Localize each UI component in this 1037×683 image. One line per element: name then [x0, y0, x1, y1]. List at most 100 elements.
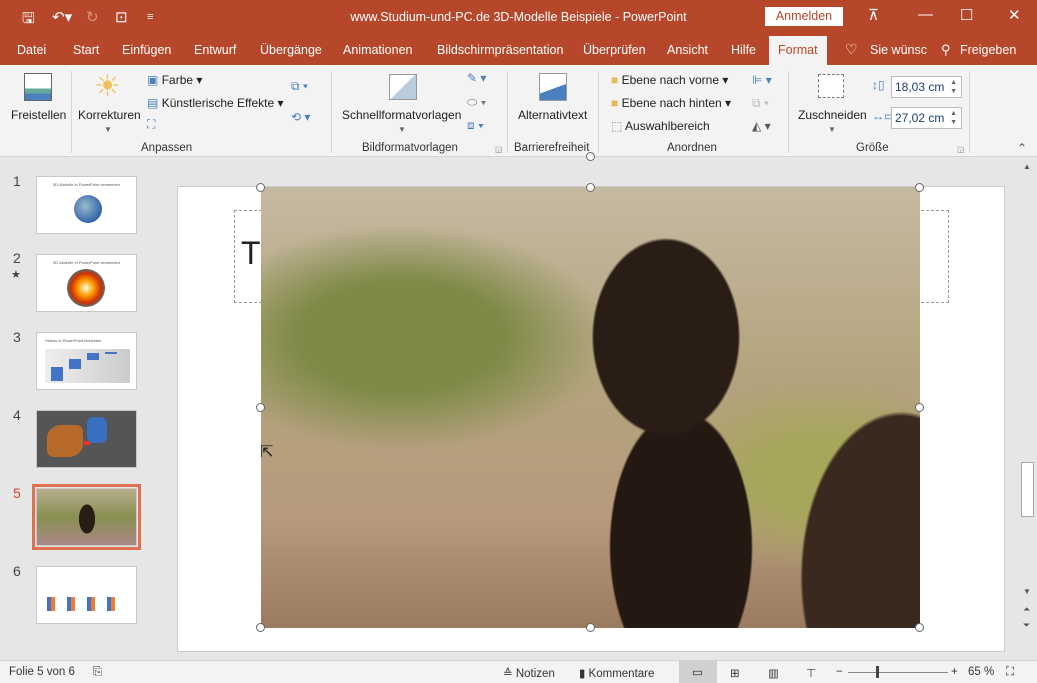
bring-forward-button[interactable]: ■ Ebene nach vorne ▾: [611, 73, 728, 87]
spellcheck-icon[interactable]: ⎘: [93, 666, 102, 679]
scroll-up-icon[interactable]: ▲: [1023, 162, 1031, 171]
tab-animationen[interactable]: Animationen: [343, 43, 413, 57]
send-backward-label: Ebene nach hinten: [621, 96, 722, 110]
reset-picture-icon[interactable]: ⟲ ▾: [291, 110, 310, 124]
selection-pane-button[interactable]: ⬚ Auswahlbereich: [611, 119, 710, 133]
reading-view-icon[interactable]: ▥: [768, 666, 779, 680]
camel-picture[interactable]: [261, 187, 920, 628]
size-dialog-launcher-icon[interactable]: ◲: [957, 145, 965, 154]
group-barrierefreiheit: Barrierefreiheit: [514, 142, 590, 154]
tab-einfuegen[interactable]: Einfügen: [122, 43, 171, 57]
tab-hilfe[interactable]: Hilfe: [731, 43, 756, 57]
collapse-ribbon-icon[interactable]: ⌃: [1017, 141, 1027, 155]
share-button[interactable]: Freigeben: [960, 43, 1016, 57]
slide-thumbnail-5[interactable]: [32, 484, 141, 550]
resize-handle[interactable]: [256, 403, 265, 412]
notes-button[interactable]: ≙ Notizen: [503, 666, 555, 680]
resize-handle[interactable]: [915, 183, 924, 192]
artistic-effects-icon: ▤: [147, 96, 159, 110]
send-backward-button[interactable]: ■ Ebene nach hinten ▾: [611, 96, 731, 110]
slide-number: 3: [13, 329, 21, 345]
earth-core-image: [67, 269, 105, 307]
tab-bildschirmpraesentation[interactable]: Bildschirmpräsentation: [437, 43, 563, 57]
picture-effects-icon[interactable]: ⬭ ▾: [467, 95, 486, 110]
bring-forward-icon: ■: [611, 73, 619, 87]
resize-handle[interactable]: [256, 183, 265, 192]
align-icon[interactable]: ⊫ ▾: [752, 73, 772, 87]
group-groesse: Größe: [856, 142, 889, 154]
width-field[interactable]: 27,02 cm ▲ ▼: [891, 107, 962, 129]
comments-button[interactable]: ▮ Kommentare: [579, 666, 654, 680]
bring-forward-label: Ebene nach vorne: [621, 73, 719, 87]
ribbon-tabs: Datei Start Einfügen Entwurf Übergänge A…: [0, 36, 1037, 65]
slide-number: 2: [13, 250, 21, 266]
scrollbar-thumb[interactable]: [1021, 462, 1034, 517]
tab-uebergaenge[interactable]: Übergänge: [260, 43, 322, 57]
group-bildformatvorlagen: Bildformatvorlagen: [362, 142, 458, 154]
tab-datei[interactable]: Datei: [17, 43, 46, 57]
slide-thumbnail-3[interactable]: Videos in PowerPoint einbinden: [36, 332, 137, 390]
freistellen-button[interactable]: Freistellen: [11, 108, 66, 122]
close-button[interactable]: ✕: [1008, 6, 1021, 24]
fit-to-window-icon[interactable]: ⛶: [1006, 666, 1014, 679]
zoom-in-button[interactable]: +: [951, 666, 958, 678]
zoom-level[interactable]: 65 %: [968, 666, 994, 678]
slide-number: 1: [13, 173, 21, 189]
height-field[interactable]: 18,03 cm ▲ ▼: [891, 76, 962, 98]
scroll-down-icon[interactable]: ▼: [1023, 587, 1031, 596]
width-value: 27,02 cm: [895, 111, 945, 125]
rotate-handle[interactable]: [586, 152, 595, 161]
slide-thumbnail-2[interactable]: 3D-Modelle in PowerPoint verwenden: [36, 254, 137, 312]
resize-handle[interactable]: [256, 623, 265, 632]
height-value: 18,03 cm: [895, 80, 945, 94]
tab-ansicht[interactable]: Ansicht: [667, 43, 708, 57]
resize-handle[interactable]: [915, 623, 924, 632]
picture-layout-icon[interactable]: ⧈ ▾: [467, 118, 484, 133]
slideshow-icon[interactable]: ⊤: [806, 666, 816, 680]
rotate-icon[interactable]: ◭ ▾: [752, 119, 771, 133]
transparency-icon[interactable]: ⛶: [147, 117, 155, 132]
zoom-slider[interactable]: [848, 672, 948, 673]
notes-icon: ≙: [503, 668, 513, 680]
slide-thumbnail-6[interactable]: [36, 566, 137, 624]
korrekturen-button[interactable]: Korrekturen: [78, 108, 141, 122]
remove-background-icon: [24, 73, 52, 101]
schnellformatvorlagen-button[interactable]: Schnellformatvorlagen: [342, 108, 461, 122]
compress-pictures-icon[interactable]: ⧉ ▾: [291, 79, 308, 94]
slide-thumbnail-1[interactable]: 3D-Modelle in PowerPoint verwenden: [36, 176, 137, 234]
minimize-button[interactable]: —: [918, 6, 933, 23]
resize-handle[interactable]: [915, 403, 924, 412]
dialog-launcher-icon[interactable]: ◲: [495, 145, 503, 154]
tab-format[interactable]: Format: [769, 36, 827, 65]
alternativtext-button[interactable]: Alternativtext: [518, 108, 587, 122]
zoom-out-button[interactable]: −: [836, 666, 843, 678]
farbe-button[interactable]: ▣ Farbe ▾: [147, 73, 202, 87]
slide-number: 5: [13, 485, 21, 501]
selection-pane-label: Auswahlbereich: [625, 119, 710, 133]
vertical-scrollbar[interactable]: ▲ ▼ ⏶ ⏷: [1018, 158, 1037, 658]
ribbon-display-icon[interactable]: ⊼: [868, 6, 879, 24]
resize-handle[interactable]: [586, 623, 595, 632]
tab-start[interactable]: Start: [73, 43, 99, 57]
previous-slide-icon[interactable]: ⏶: [1023, 604, 1030, 615]
tab-entwurf[interactable]: Entwurf: [194, 43, 236, 57]
zoom-slider-thumb[interactable]: [876, 666, 879, 678]
slide-thumbnail-4[interactable]: [36, 410, 137, 468]
slide-sorter-icon[interactable]: ⊞: [730, 666, 740, 680]
next-slide-icon[interactable]: ⏷: [1023, 620, 1030, 631]
map-image: [47, 425, 83, 457]
tab-ueberpruefen[interactable]: Überprüfen: [583, 43, 646, 57]
artistic-effects-label: Künstlerische Effekte: [161, 96, 275, 110]
thumb-title: 3D-Modelle in PowerPoint verwenden: [53, 260, 120, 265]
picture-border-icon[interactable]: ✎ ▾: [467, 71, 486, 85]
resize-handle[interactable]: [586, 183, 595, 192]
artistic-effects-button[interactable]: ▤ Künstlerische Effekte ▾: [147, 96, 284, 110]
zuschneiden-button[interactable]: Zuschneiden: [798, 108, 867, 122]
signin-button[interactable]: Anmelden: [765, 7, 843, 26]
quick-styles-icon: [389, 74, 417, 100]
tell-me-input[interactable]: Sie wünsc: [870, 43, 927, 57]
animation-star-icon: ★: [11, 269, 21, 281]
maximize-button[interactable]: ☐: [960, 6, 973, 24]
normal-view-button[interactable]: ▭: [679, 661, 717, 683]
thumb-title: 3D-Modelle in PowerPoint verwenden: [53, 182, 120, 187]
